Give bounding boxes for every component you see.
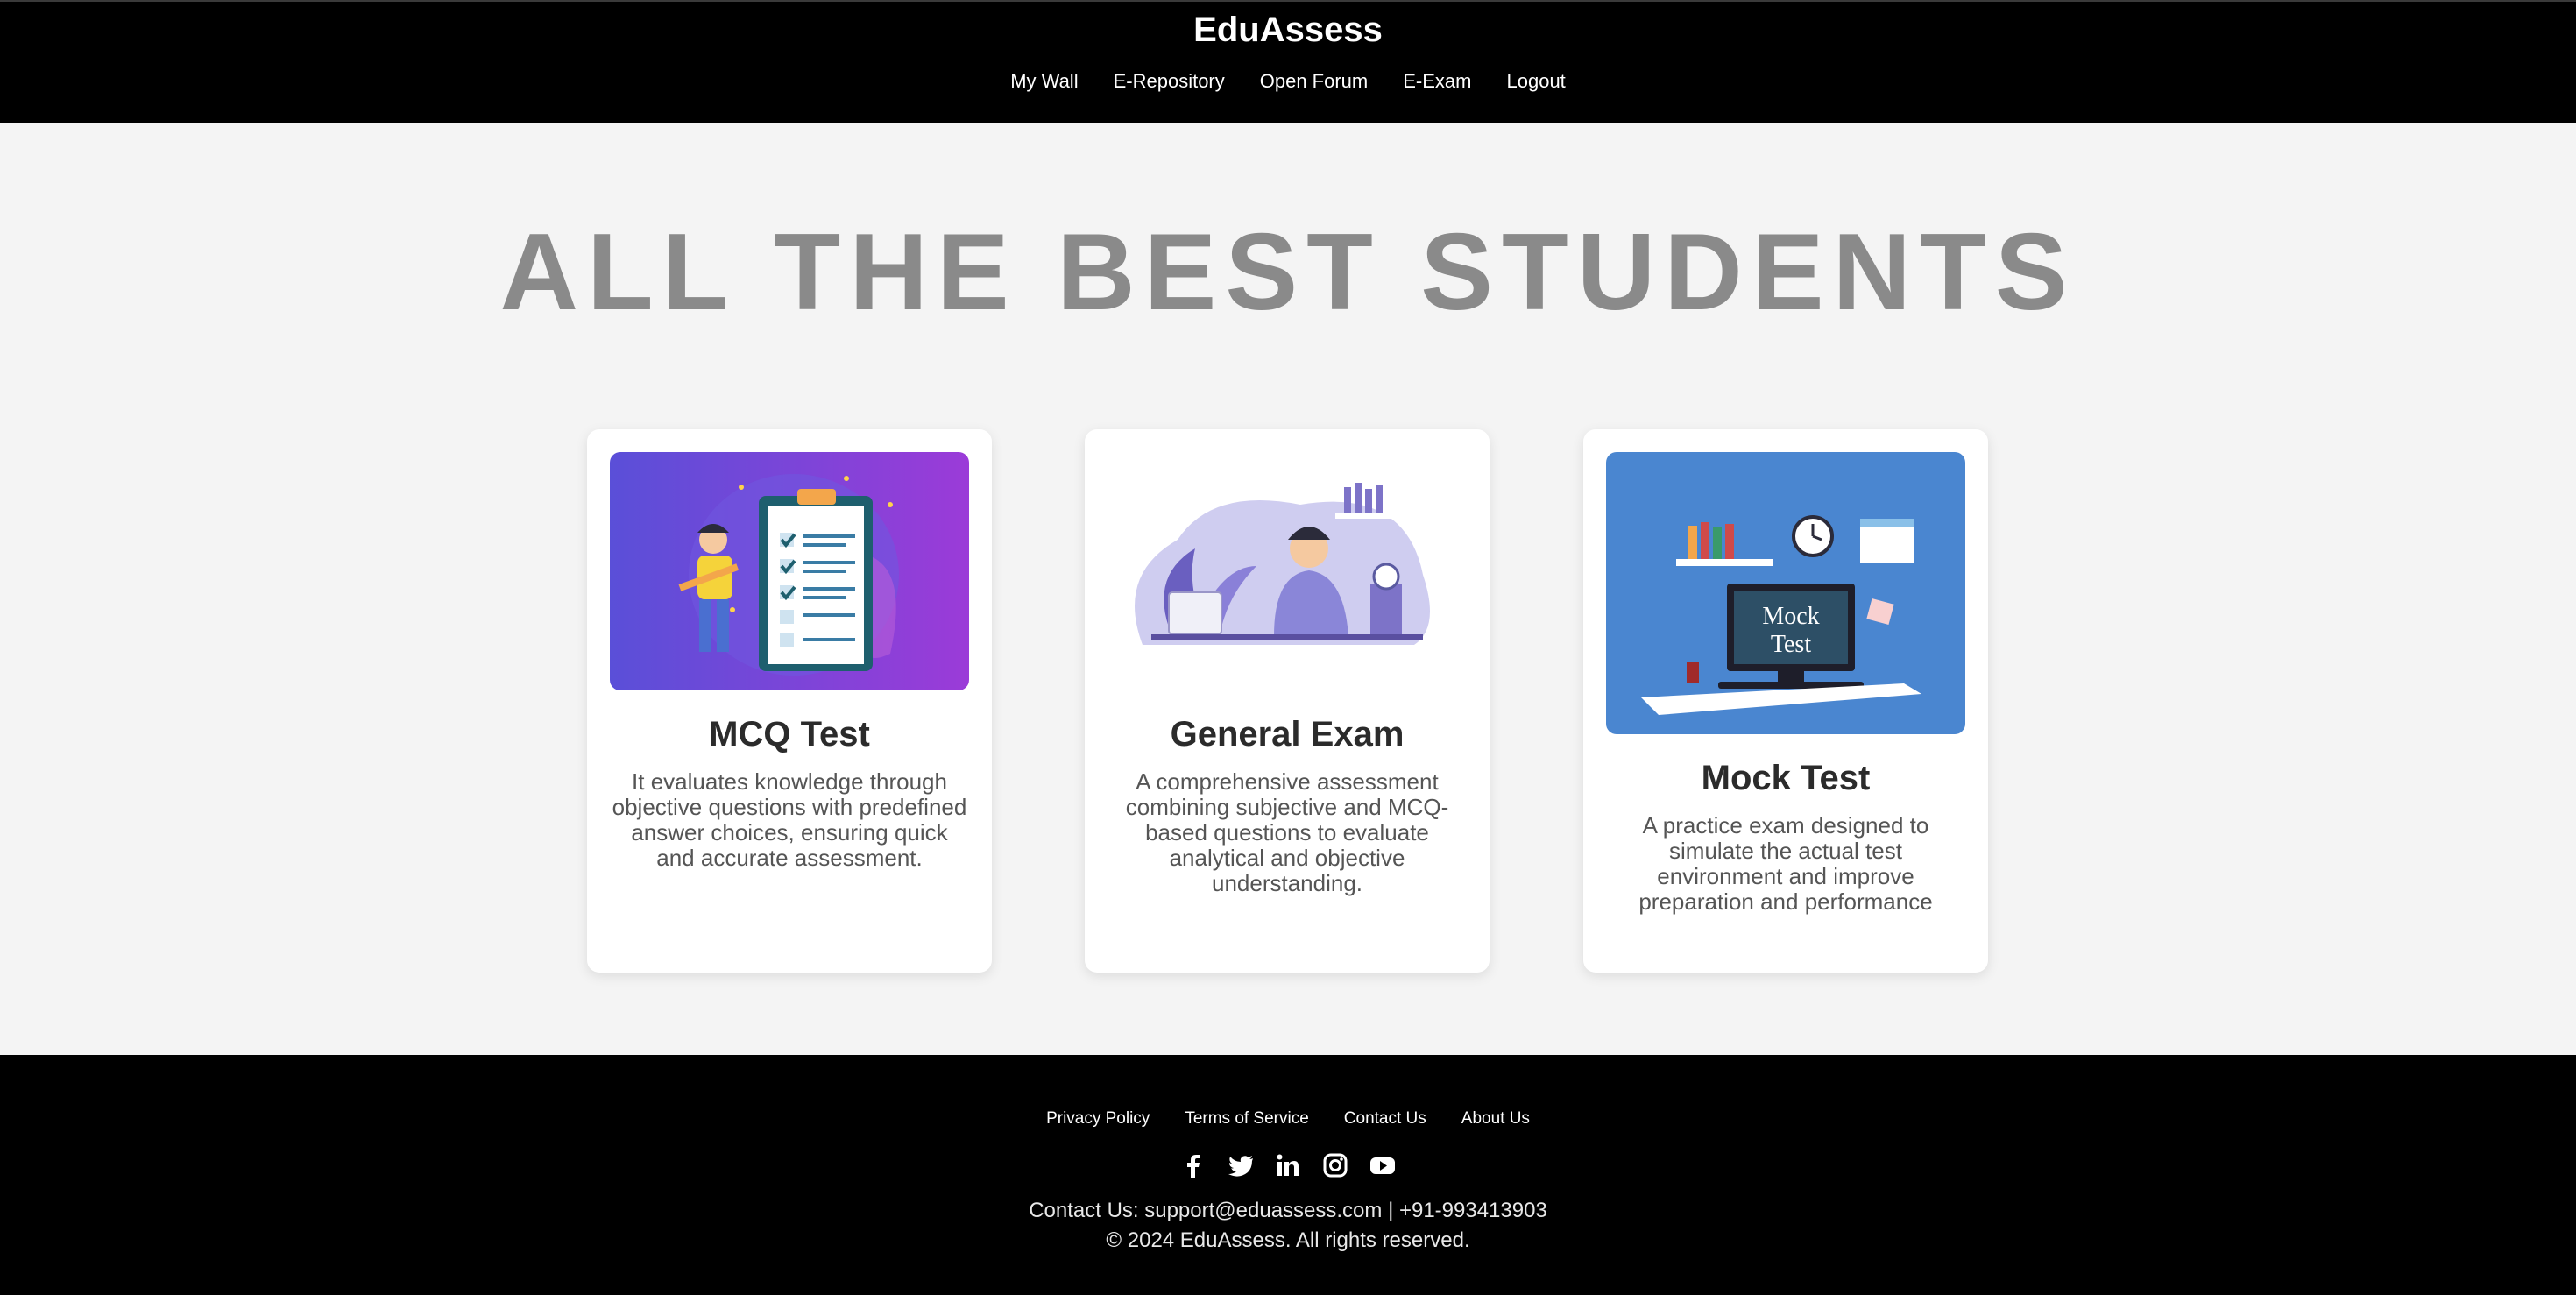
footer-privacy-policy[interactable]: Privacy Policy [1046, 1109, 1150, 1129]
card-mcq-test[interactable]: MCQ Test It evaluates knowledge through … [587, 429, 992, 973]
linkedin-icon[interactable] [1274, 1151, 1302, 1179]
brand-logo[interactable]: EduAssess [0, 11, 2576, 50]
card-title: Mock Test [1701, 759, 1871, 797]
twitter-icon[interactable] [1227, 1151, 1255, 1179]
mock-screen-text-line1: Mock [1762, 603, 1819, 630]
site-header: EduAssess My Wall E-Repository Open Foru… [0, 0, 2576, 123]
instagram-icon[interactable] [1321, 1151, 1349, 1179]
mock-screen-text-line2: Test [1771, 631, 1811, 658]
nav-e-exam[interactable]: E-Exam [1403, 70, 1471, 93]
site-footer: Privacy Policy Terms of Service Contact … [0, 1055, 2576, 1295]
copyright-text: © 2024 EduAssess. All rights reserved. [1106, 1228, 1470, 1252]
nav-open-forum[interactable]: Open Forum [1260, 70, 1369, 93]
card-mock-test[interactable]: Mock Test Mock Test A practice exam desi… [1583, 429, 1988, 973]
card-description: A comprehensive assessment combining sub… [1125, 768, 1449, 896]
card-title: MCQ Test [709, 715, 870, 754]
hero-title: ALL THE BEST STUDENTS [499, 212, 2077, 333]
youtube-icon[interactable] [1369, 1151, 1397, 1179]
footer-links: Privacy Policy Terms of Service Contact … [0, 1109, 2576, 1129]
facebook-icon[interactable] [1179, 1151, 1207, 1179]
card-title: General Exam [1170, 715, 1405, 754]
mock-test-illustration: Mock Test [1606, 452, 1965, 734]
nav-logout[interactable]: Logout [1507, 70, 1566, 93]
nav-e-repository[interactable]: E-Repository [1114, 70, 1225, 93]
footer-about-us[interactable]: About Us [1461, 1109, 1530, 1129]
card-description: A practice exam designed to simulate the… [1638, 812, 1933, 915]
footer-terms-of-service[interactable]: Terms of Service [1185, 1109, 1308, 1129]
mcq-illustration [610, 452, 969, 690]
social-links [0, 1151, 2576, 1179]
card-description: It evaluates knowledge through objective… [612, 768, 967, 871]
card-general-exam[interactable]: General Exam A comprehensive assessment … [1085, 429, 1490, 973]
nav-my-wall[interactable]: My Wall [1010, 70, 1078, 93]
contact-info: Contact Us: support@eduassess.com | +91-… [1029, 1199, 1547, 1222]
footer-contact-us[interactable]: Contact Us [1344, 1109, 1426, 1129]
main-nav: My Wall E-Repository Open Forum E-Exam L… [0, 70, 2576, 93]
general-exam-illustration [1108, 452, 1467, 690]
